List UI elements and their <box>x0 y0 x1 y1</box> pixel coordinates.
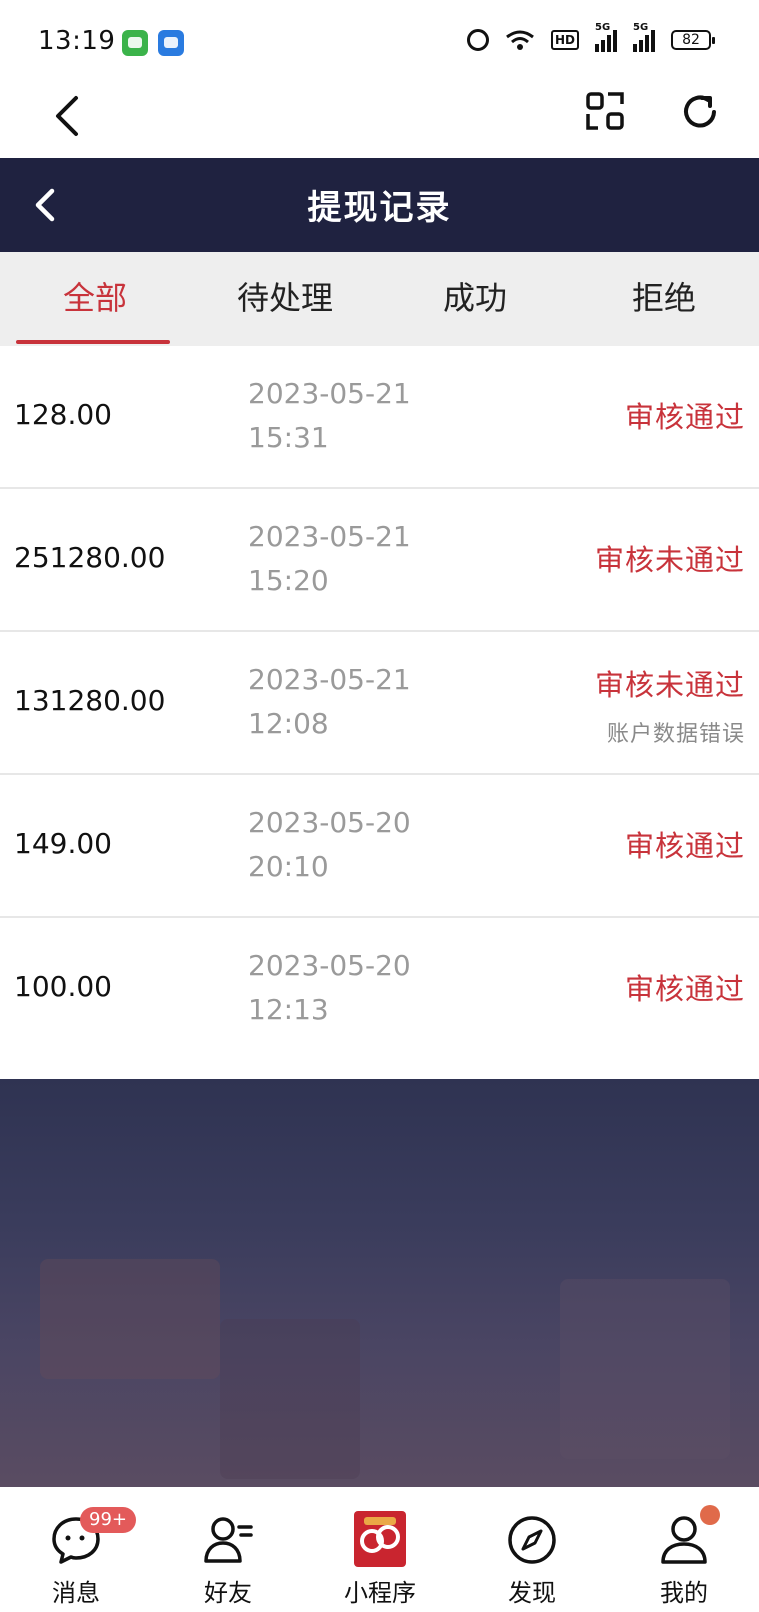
bottom-nav: 99+ 消息 好友 小程序 发现 我的 <box>0 1487 759 1612</box>
record-date: 2023-05-21 <box>248 377 411 410</box>
messenger-app-icon <box>158 30 184 56</box>
table-row[interactable]: 100.00 2023-05-20 12:13 审核通过 <box>0 918 759 1059</box>
table-row[interactable]: 149.00 2023-05-20 20:10 审核通过 <box>0 775 759 918</box>
record-status: 审核通过 <box>624 972 745 1006</box>
record-amount: 149.00 <box>14 827 112 860</box>
record-time: 15:31 <box>248 421 329 454</box>
tab-success[interactable]: 成功 <box>380 252 570 346</box>
wifi-icon <box>506 30 534 50</box>
record-date: 2023-05-21 <box>248 663 411 696</box>
record-datetime: 2023-05-20 12:13 <box>248 944 411 1032</box>
nav-me[interactable]: 我的 <box>608 1487 759 1612</box>
active-tab-indicator <box>16 340 170 344</box>
battery-icon: 82 <box>671 30 715 50</box>
alarm-icon <box>466 29 489 51</box>
record-status: 审核未通过 <box>594 668 745 702</box>
record-status: 审核未通过 <box>594 543 745 577</box>
record-amount: 100.00 <box>14 970 112 1003</box>
tab-all[interactable]: 全部 <box>0 252 190 346</box>
friends-icon <box>204 1517 253 1563</box>
nav-friends[interactable]: 好友 <box>152 1487 304 1612</box>
notification-dot <box>700 1505 720 1525</box>
network-type-label: 5G <box>595 22 611 33</box>
withdrawal-records-list: 128.00 2023-05-21 15:31 审核通过 251280.00 2… <box>0 346 759 1059</box>
refresh-icon[interactable] <box>678 90 722 134</box>
record-datetime: 2023-05-21 15:20 <box>248 515 411 603</box>
tab-pending[interactable]: 待处理 <box>190 252 380 346</box>
app-bar <box>0 80 759 158</box>
status-time: 13:19 <box>38 26 116 56</box>
tab-rejected[interactable]: 拒绝 <box>569 252 759 346</box>
record-amount: 131280.00 <box>14 684 166 717</box>
nav-messages[interactable]: 99+ 消息 <box>0 1487 152 1612</box>
record-time: 12:13 <box>248 993 329 1026</box>
back-arrow-icon[interactable] <box>48 92 88 140</box>
table-row[interactable]: 128.00 2023-05-21 15:31 审核通过 <box>0 346 759 489</box>
signal-icon-1: 5G <box>595 22 617 52</box>
record-time: 15:20 <box>248 564 329 597</box>
nav-label: 好友 <box>204 1579 252 1607</box>
page-header: 提现记录 <box>0 158 759 252</box>
chat-app-icon <box>122 30 148 56</box>
status-icons: HD 5G 5G 82 <box>466 22 715 52</box>
nav-label: 我的 <box>660 1579 708 1607</box>
background-shape <box>40 1259 220 1379</box>
tab-bar: 全部 待处理 成功 拒绝 <box>0 252 759 346</box>
scan-icon[interactable] <box>584 90 626 132</box>
record-time: 20:10 <box>248 850 329 883</box>
record-time: 12:08 <box>248 707 329 740</box>
network-type-label: 5G <box>633 22 649 33</box>
record-rejection-note: 账户数据错误 <box>606 722 745 747</box>
nav-discover[interactable]: 发现 <box>456 1487 608 1612</box>
table-row[interactable]: 131280.00 2023-05-21 12:08 审核未通过 账户数据错误 <box>0 632 759 775</box>
record-datetime: 2023-05-21 15:31 <box>248 372 411 460</box>
record-date: 2023-05-20 <box>248 949 411 982</box>
background-shape <box>560 1279 730 1459</box>
table-row[interactable]: 251280.00 2023-05-21 15:20 审核未通过 <box>0 489 759 632</box>
compass-icon <box>508 1516 556 1564</box>
nav-label: 小程序 <box>344 1579 416 1607</box>
record-date: 2023-05-21 <box>248 520 411 553</box>
background-image <box>0 1079 759 1487</box>
background-shape <box>220 1319 360 1479</box>
nav-label: 消息 <box>52 1579 100 1607</box>
page-title: 提现记录 <box>307 188 452 228</box>
hd-icon: HD <box>550 30 579 50</box>
record-datetime: 2023-05-21 12:08 <box>248 658 411 746</box>
signal-icon-2: 5G <box>633 22 655 52</box>
record-date: 2023-05-20 <box>248 806 411 839</box>
record-datetime: 2023-05-20 20:10 <box>248 801 411 889</box>
record-amount: 128.00 <box>14 398 112 431</box>
status-bar: 13:19 HD 5G 5G 82 <box>0 0 759 88</box>
record-status: 审核通过 <box>624 829 745 863</box>
unread-badge: 99+ <box>80 1507 136 1533</box>
nav-label: 发现 <box>508 1579 556 1607</box>
mini-program-icon <box>354 1511 406 1567</box>
nav-mini-programs[interactable]: 小程序 <box>304 1487 456 1612</box>
record-status: 审核通过 <box>624 400 745 434</box>
record-amount: 251280.00 <box>14 541 166 574</box>
